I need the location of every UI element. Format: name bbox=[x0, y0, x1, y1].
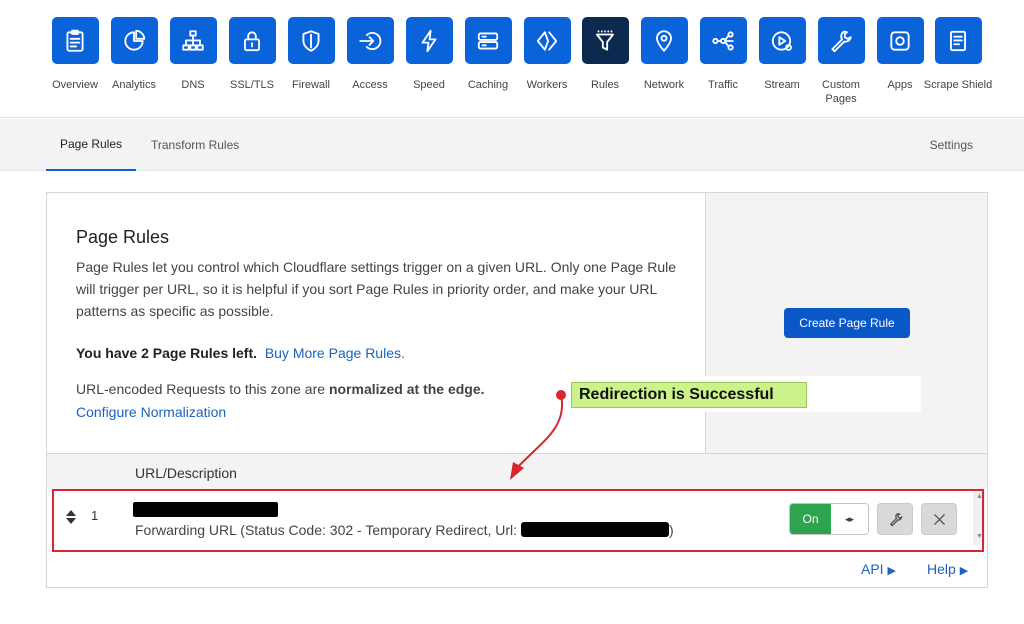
url-description-header: URL/Description bbox=[135, 465, 237, 481]
buy-more-link[interactable]: Buy More Page Rules. bbox=[265, 345, 405, 361]
configure-normalization-link[interactable]: Configure Normalization bbox=[76, 404, 226, 420]
api-link-label: API bbox=[861, 561, 884, 577]
network-tree-icon bbox=[169, 17, 217, 64]
apps-icon bbox=[876, 17, 924, 64]
help-link[interactable]: Help ▶ bbox=[927, 561, 968, 577]
lock-icon bbox=[228, 17, 276, 64]
caret-right-icon: ▶ bbox=[959, 565, 969, 577]
traffic-icon bbox=[699, 17, 747, 64]
server-icon bbox=[464, 17, 512, 64]
api-link[interactable]: API ▶ bbox=[861, 561, 896, 577]
map-pin-icon bbox=[640, 17, 688, 64]
workers-icon bbox=[523, 17, 571, 64]
rules-left-text: You have 2 Page Rules left. bbox=[76, 345, 258, 361]
settings-link[interactable]: Settings bbox=[930, 119, 973, 171]
normalization-prefix: URL-encoded Requests to this zone are bbox=[76, 381, 329, 397]
card-description: Page Rules let you control which Cloudfl… bbox=[76, 259, 676, 319]
wrench-icon bbox=[817, 17, 865, 64]
lightning-icon bbox=[405, 17, 453, 64]
card-title: Page Rules bbox=[76, 227, 170, 247]
shield-icon bbox=[287, 17, 335, 64]
nav-label: Scrape Shield bbox=[923, 79, 993, 91]
card-actions: Create Page Rule bbox=[705, 193, 987, 453]
annotation-arrow bbox=[510, 390, 566, 480]
normalization-text: URL-encoded Requests to this zone are no… bbox=[76, 381, 485, 397]
product-nav: Overview Analytics DNS SSL/TLS Firewall … bbox=[0, 0, 1024, 118]
row-highlight-box bbox=[52, 489, 984, 552]
tab-page-rules[interactable]: Page Rules bbox=[46, 119, 136, 171]
help-link-label: Help bbox=[927, 561, 956, 577]
card-info: Page Rules Page Rules let you control wh… bbox=[47, 193, 705, 453]
nav-scrape-shield[interactable]: Scrape Shield bbox=[923, 17, 993, 92]
funnel-icon bbox=[581, 17, 629, 64]
tab-transform-rules[interactable]: Transform Rules bbox=[151, 119, 239, 171]
sign-in-icon bbox=[346, 17, 394, 64]
clipboard-icon bbox=[51, 17, 99, 64]
pie-chart-icon bbox=[110, 17, 158, 64]
create-page-rule-button[interactable]: Create Page Rule bbox=[784, 308, 910, 338]
normalization-bold: normalized at the edge. bbox=[328, 381, 485, 397]
rules-subnav: Page Rules Transform Rules Settings bbox=[0, 119, 1024, 171]
play-circle-icon bbox=[758, 17, 806, 64]
document-icon bbox=[934, 17, 982, 64]
caret-right-icon: ▶ bbox=[887, 565, 896, 577]
annotation-label: Redirection is Successful bbox=[571, 382, 807, 408]
rules-left-line: You have 2 Page Rules left. Buy More Pag… bbox=[76, 345, 405, 361]
